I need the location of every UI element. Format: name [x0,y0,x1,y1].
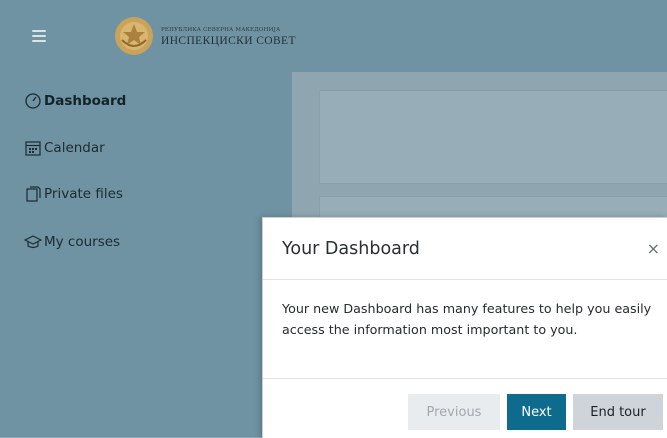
org-title[interactable]: ИНСПЕКЦИСКИ СОВЕТ [161,35,296,47]
sidebar-item-label: Calendar [44,140,105,156]
close-icon[interactable]: × [647,239,660,258]
tour-dialog-body: Your new Dashboard has many features to … [282,301,652,337]
tour-dialog-title: Your Dashboard [282,239,420,259]
sidebar-item-private-files[interactable]: Private files [24,183,123,205]
divider [263,279,667,280]
graduation-cap-icon [24,235,42,249]
previous-button[interactable]: Previous [408,394,500,430]
sidebar-item-my-courses[interactable]: My courses [24,231,120,253]
sidebar-item-calendar[interactable]: Calendar [24,137,105,159]
next-button[interactable]: Next [507,394,566,430]
sidebar-item-dashboard[interactable]: Dashboard [24,90,126,112]
calendar-icon [25,141,41,156]
dashboard-block [319,90,667,184]
top-navbar: РЕПУБЛИКА СЕВЕРНА МАКЕДОНИЈА ИНСПЕКЦИСКИ… [0,0,667,72]
menu-toggle-icon[interactable] [32,30,46,42]
sidebar: Dashboard Calendar Private files My cour… [0,72,292,437]
end-tour-button[interactable]: End tour [573,394,663,430]
dashboard-gauge-icon [25,93,41,109]
sidebar-item-label: My courses [44,234,121,250]
file-icon [26,186,41,202]
sidebar-item-label: Private files [44,186,123,202]
divider [263,378,667,379]
org-subtitle: РЕПУБЛИКА СЕВЕРНА МАКЕДОНИЈА [161,27,281,33]
sidebar-item-label: Dashboard [44,93,127,109]
tour-dialog: Your Dashboard × Your new Dashboard has … [262,217,667,438]
coat-of-arms-logo-icon[interactable] [114,16,154,56]
